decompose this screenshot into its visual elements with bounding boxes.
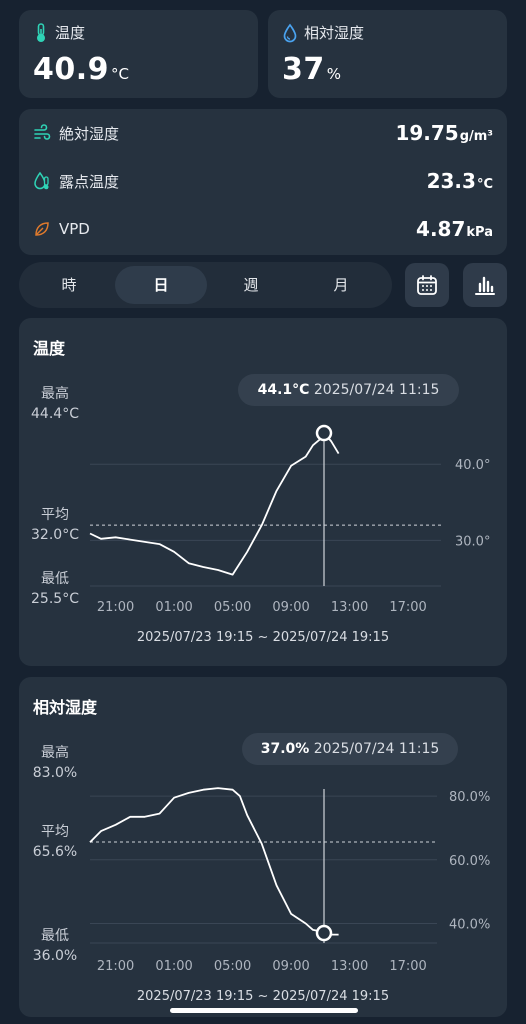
tab-month[interactable]: 月 [295, 266, 387, 304]
dew-point-value: 23.3 [426, 169, 476, 193]
temperature-x-tick-label: 17:00 [389, 600, 426, 615]
dew-point-icon [34, 171, 49, 190]
humidity-x-tick-label: 01:00 [155, 959, 192, 974]
chart-view-button[interactable] [463, 263, 507, 307]
period-selector: 時 日 週 月 [19, 262, 392, 308]
temperature-x-tick-label: 21:00 [97, 600, 134, 615]
vpd-value: 4.87 [416, 217, 466, 241]
detail-row-vpd[interactable]: VPD 4.87kPa [33, 215, 493, 243]
tab-week[interactable]: 週 [205, 266, 297, 304]
temperature-unit: °C [111, 65, 130, 83]
dew-point-label: 露点温度 [59, 172, 120, 191]
humidity-value: 37 [282, 52, 325, 87]
temperature-line-chart[interactable]: 30.0° 40.0° 21:00 01:00 05:00 09:00 13:00 17:00 [19, 318, 507, 666]
temperature-card[interactable]: 温度 40.9 °C [19, 10, 258, 98]
humidity-card[interactable]: 相対湿度 37% [268, 10, 507, 98]
humidity-label: 相対湿度 [304, 24, 365, 42]
calendar-icon [417, 275, 437, 295]
detail-row-dew-point[interactable]: 露点温度 23.3°C [33, 167, 493, 195]
humidity-x-tick-label: 17:00 [389, 959, 426, 974]
humidity-date-range: 2025/07/23 19:15 ~ 2025/07/24 19:15 [136, 989, 390, 1004]
humidity-x-tick-label: 21:00 [97, 959, 134, 974]
temperature-x-tick-label: 13:00 [331, 600, 368, 615]
temperature-x-tick-label: 09:00 [272, 600, 309, 615]
humidity-y-tick-label: 60.0% [449, 854, 490, 869]
temperature-chart-card: 温度 44.1°C 2025/07/24 11:15 最高 44.4°C 平均 … [19, 318, 507, 666]
absolute-humidity-value: 19.75 [395, 121, 459, 145]
home-indicator [170, 1008, 358, 1013]
water-drop-icon [283, 23, 297, 42]
vpd-label: VPD [59, 220, 90, 238]
calendar-button[interactable] [405, 263, 449, 307]
humidity-x-tick-label: 05:00 [214, 959, 251, 974]
humidity-y-tick-label: 40.0% [449, 917, 490, 932]
tab-day[interactable]: 日 [115, 266, 207, 304]
temperature-y-tick-label: 40.0° [455, 458, 490, 473]
temperature-x-tick-label: 01:00 [155, 600, 192, 615]
detail-row-absolute-humidity[interactable]: 絶対湿度 19.75g/m³ [33, 119, 493, 147]
tab-hour[interactable]: 時 [23, 266, 115, 304]
bar-chart-icon [475, 276, 495, 295]
temperature-x-tick-label: 05:00 [214, 600, 251, 615]
temperature-value: 40.9 [33, 52, 110, 87]
humidity-y-tick-label: 80.0% [449, 790, 490, 805]
temperature-y-tick-label: 30.0° [455, 534, 490, 549]
humidity-line-chart[interactable]: 40.0% 60.0% 80.0% 21:00 01:00 05:00 09:00 13:00… [19, 677, 507, 1017]
wind-icon [34, 124, 51, 140]
details-card: 絶対湿度 19.75g/m³ 露点温度 23.3°C VPD 4.87kPa [19, 109, 507, 255]
humidity-x-tick-label: 09:00 [272, 959, 309, 974]
dew-point-unit: °C [476, 177, 493, 192]
absolute-humidity-unit: g/m³ [459, 129, 493, 144]
humidity-unit: % [326, 65, 342, 83]
humidity-chart-card: 相対湿度 37.0% 2025/07/24 11:15 最高 83.0% 平均 … [19, 677, 507, 1017]
temperature-series-line [89, 432, 340, 576]
temperature-date-range: 2025/07/23 19:15 ~ 2025/07/24 19:15 [136, 630, 390, 645]
leaf-icon [35, 222, 49, 236]
temperature-cursor-marker [315, 424, 333, 442]
vpd-unit: kPa [466, 225, 493, 240]
humidity-x-tick-label: 13:00 [331, 959, 368, 974]
thermometer-icon [37, 22, 45, 42]
temperature-label: 温度 [55, 24, 86, 42]
humidity-cursor-marker [315, 924, 333, 942]
humidity-series-line [89, 787, 339, 936]
absolute-humidity-label: 絶対湿度 [59, 124, 120, 143]
